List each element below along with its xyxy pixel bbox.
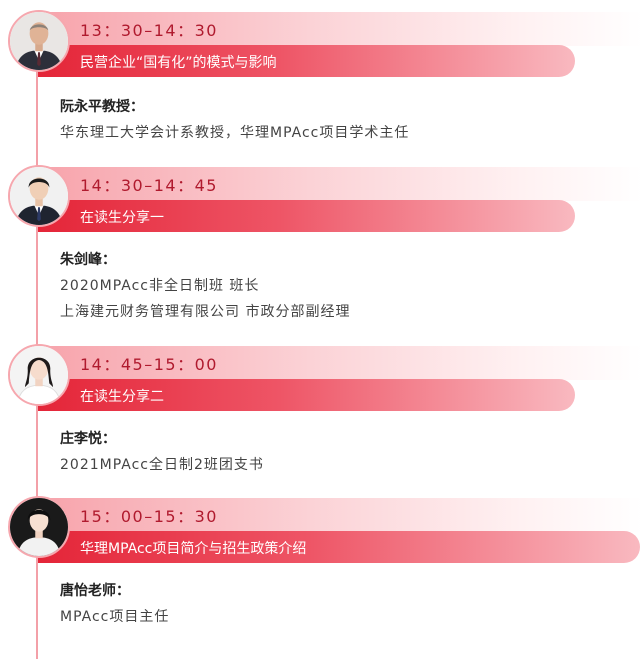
- speaker-name: 阮永平教授：: [60, 99, 144, 115]
- speaker-name: 朱剑峰：: [60, 252, 116, 268]
- session-time: 14：45–15：00: [80, 355, 218, 374]
- speaker-photo-icon: [10, 346, 68, 404]
- speaker-name: 庄李悦：: [60, 431, 116, 447]
- speaker-avatar: [8, 496, 70, 558]
- session-title: 民营企业“国有化”的模式与影响: [80, 55, 277, 71]
- speaker-photo-icon: [10, 12, 68, 70]
- session-title: 在读生分享二: [80, 389, 164, 405]
- session-title: 华理MPAcc项目简介与招生政策介绍: [80, 541, 307, 557]
- speaker-desc-line: MPAcc项目主任: [60, 609, 170, 625]
- session-title: 在读生分享一: [80, 210, 164, 226]
- speaker-desc-line: 2020MPAcc非全日制班 班长: [60, 278, 260, 294]
- speaker-avatar: [8, 165, 70, 227]
- speaker-avatar: [8, 10, 70, 72]
- session-time: 13：30–14：30: [80, 21, 218, 40]
- speaker-desc-line: 华东理工大学会计系教授，华理MPAcc项目学术主任: [60, 125, 410, 141]
- agenda-item-3: 14：45–15：00 在读生分享二 庄李悦： 2021MPAcc全日制2班团支…: [0, 334, 643, 484]
- speaker-photo-icon: [10, 167, 68, 225]
- agenda-item-4: 15：00–15：30 华理MPAcc项目简介与招生政策介绍 唐怡老师： MPA…: [0, 486, 643, 659]
- speaker-avatar: [8, 344, 70, 406]
- speaker-desc-line: 上海建元财务管理有限公司 市政分部副经理: [60, 304, 351, 320]
- speaker-photo-icon: [10, 498, 68, 556]
- speaker-name: 唐怡老师：: [60, 583, 130, 599]
- agenda-item-1: 13：30–14：30 民营企业“国有化”的模式与影响 阮永平教授： 华东理工大…: [0, 0, 643, 160]
- agenda-item-2: 14：30–14：45 在读生分享一 朱剑峰： 2020MPAcc非全日制班 班…: [0, 155, 643, 335]
- session-time: 15：00–15：30: [80, 507, 218, 526]
- speaker-desc-line: 2021MPAcc全日制2班团支书: [60, 457, 264, 473]
- session-time: 14：30–14：45: [80, 176, 218, 195]
